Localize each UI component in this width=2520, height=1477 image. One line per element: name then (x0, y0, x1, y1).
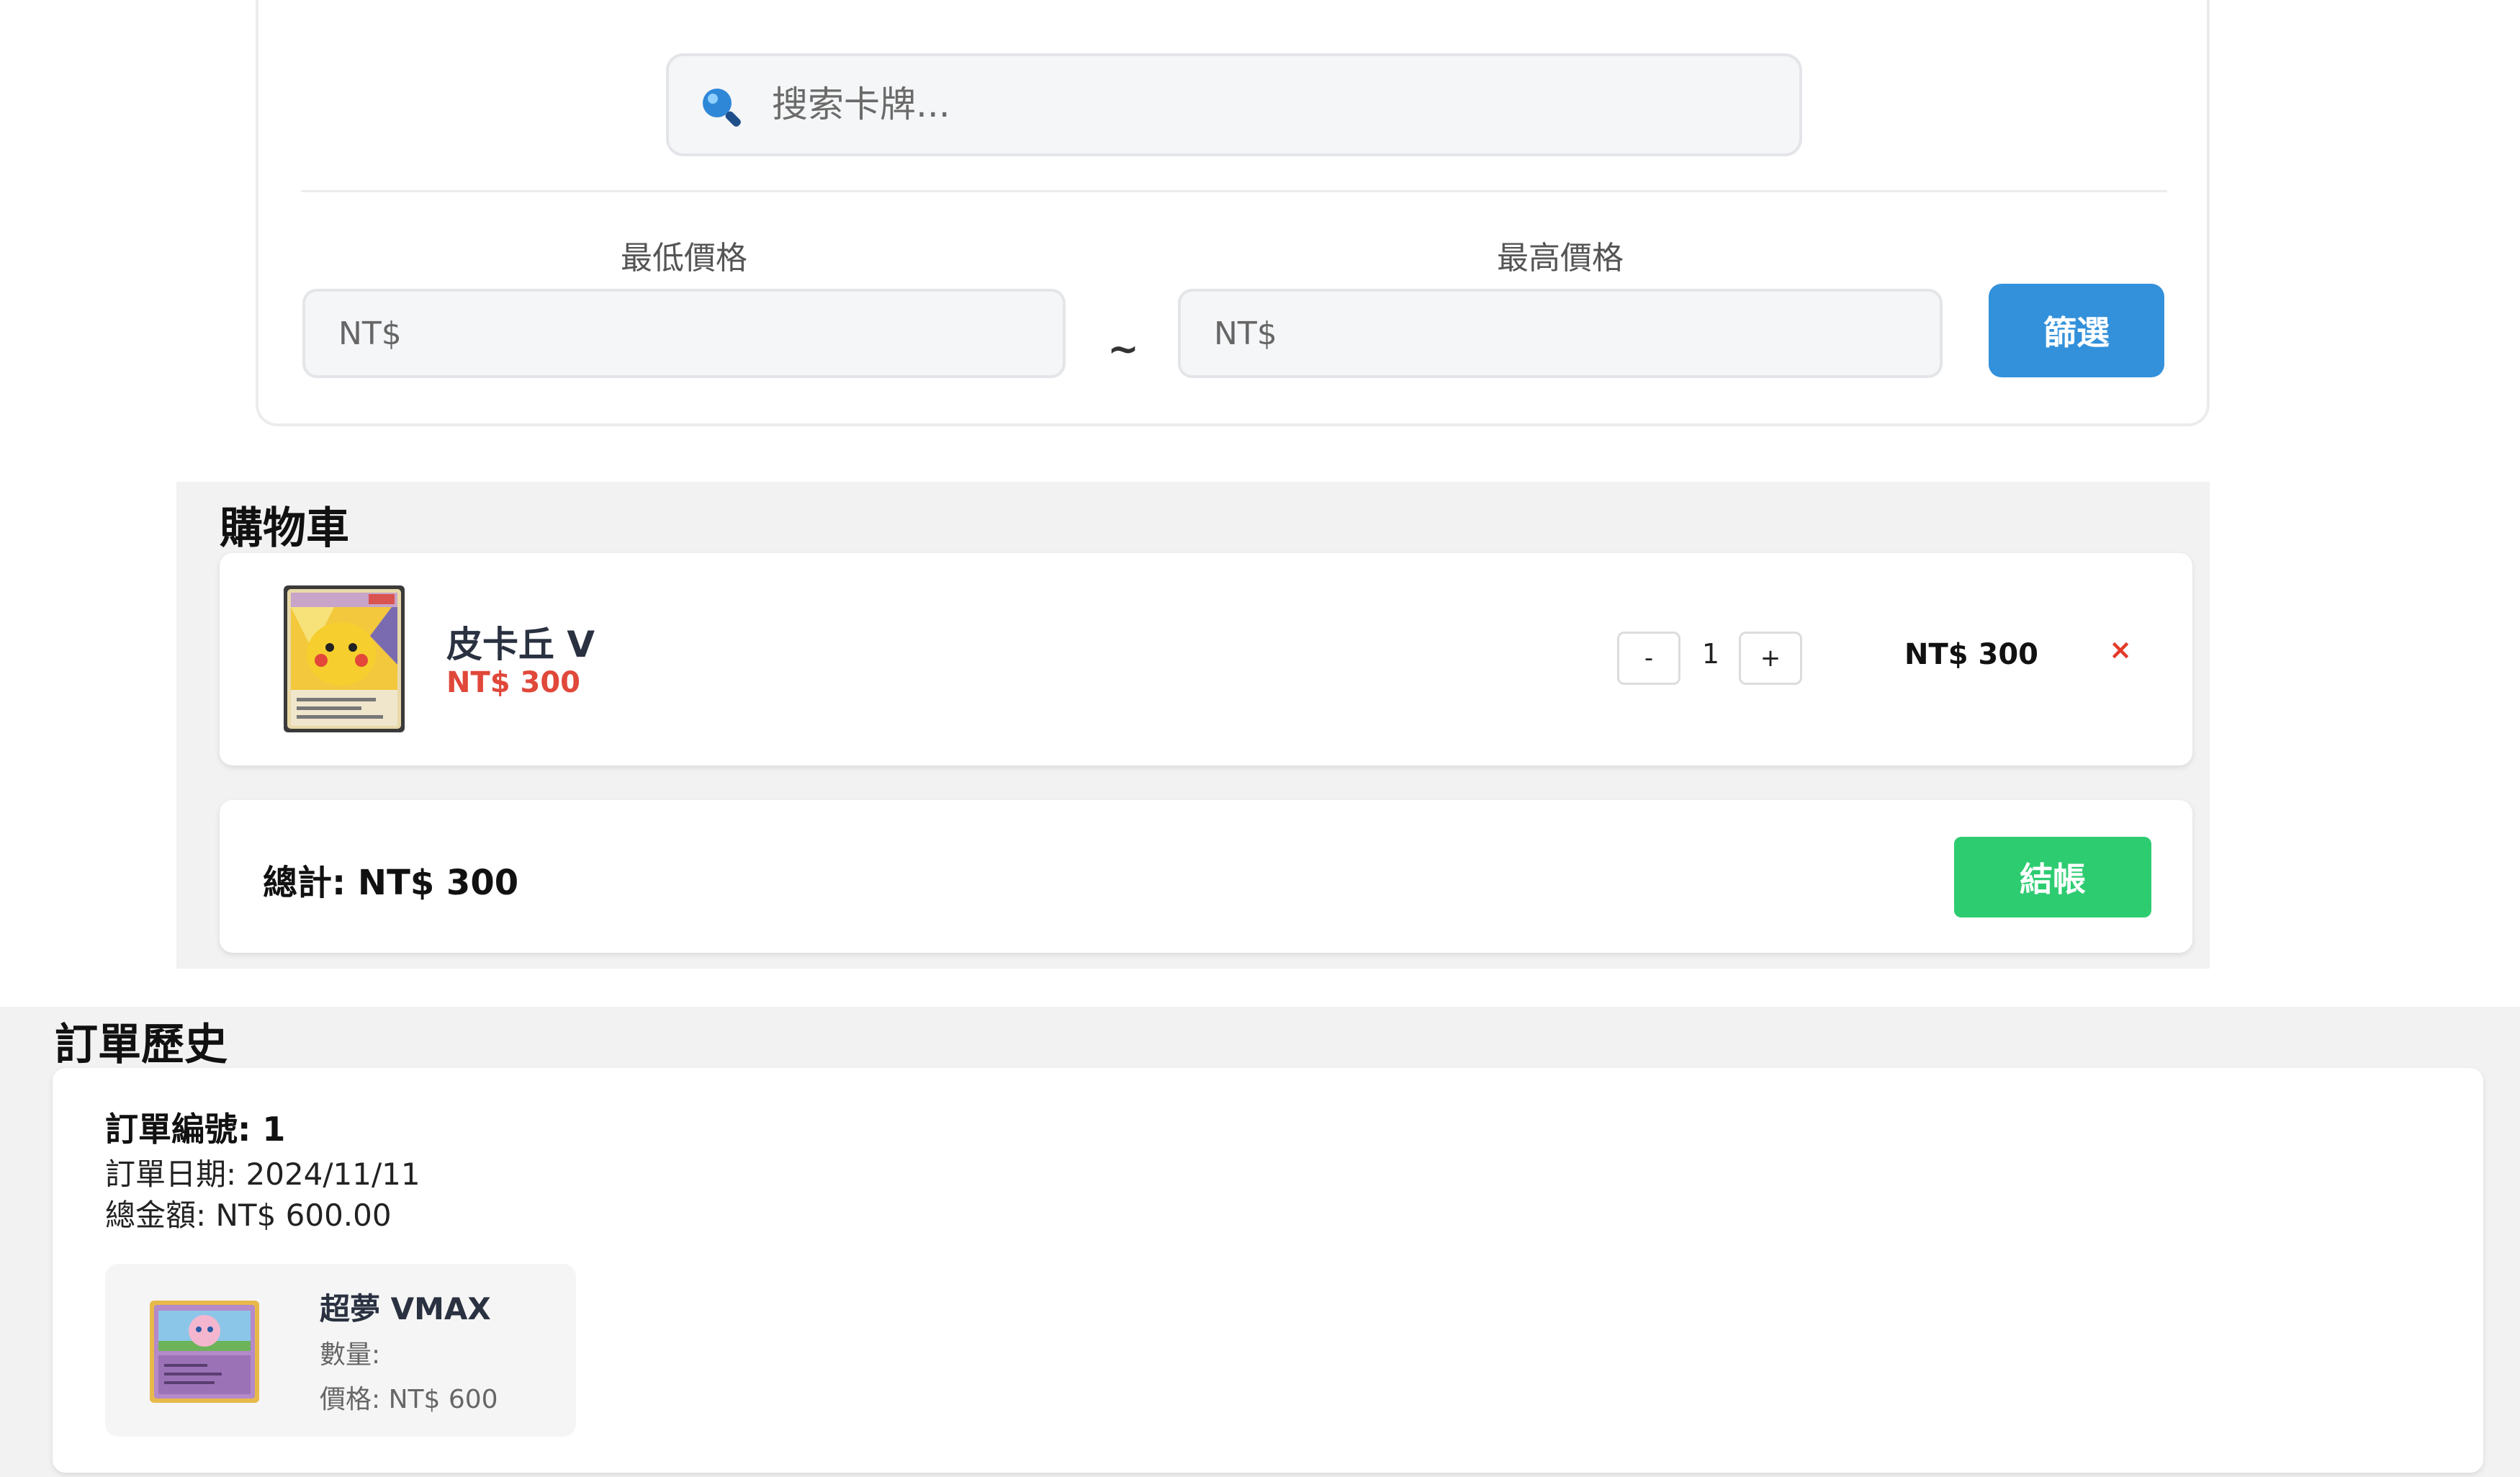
remove-item-button[interactable]: × (2095, 634, 2146, 681)
checkout-button[interactable]: 結帳 (1954, 837, 2151, 917)
cart-title: 購物車 (220, 503, 349, 554)
order-history-title: 訂單歷史 (55, 1020, 228, 1070)
min-price-label: 最低價格 (621, 240, 747, 277)
min-price-input[interactable] (302, 289, 1066, 378)
quantity-increase-button[interactable]: + (1739, 632, 1802, 685)
filter-divider (301, 190, 2167, 192)
cart-total: 總計: NT$ 300 (263, 863, 519, 903)
order-number: 訂單編號: 1 (105, 1110, 286, 1149)
search-icon (703, 89, 741, 127)
cart-item-name: 皮卡丘 V (446, 624, 595, 665)
order-date: 訂單日期: 2024/11/11 (105, 1157, 420, 1192)
order-total: 總金額: NT$ 600.00 (105, 1198, 392, 1233)
max-price-label: 最高價格 (1497, 240, 1624, 277)
quantity-value: 1 (1701, 638, 1720, 670)
order-item-name: 超夢 VMAX (320, 1291, 491, 1326)
cart-item-subtotal: NT$ 300 (1904, 638, 2038, 671)
max-price-input[interactable] (1178, 289, 1943, 378)
order-item-price: 價格: NT$ 600 (320, 1385, 498, 1414)
search-input[interactable] (770, 65, 1778, 144)
range-separator: ~ (1107, 328, 1139, 371)
jigglypuff-card-icon (150, 1301, 259, 1403)
quantity-decrease-button[interactable]: - (1617, 632, 1680, 685)
filter-button[interactable]: 篩選 (1989, 284, 2164, 377)
pikachu-v-card-icon (284, 585, 405, 732)
order-item-quantity: 數量: (320, 1340, 381, 1370)
cart-item-price: NT$ 300 (446, 666, 581, 699)
